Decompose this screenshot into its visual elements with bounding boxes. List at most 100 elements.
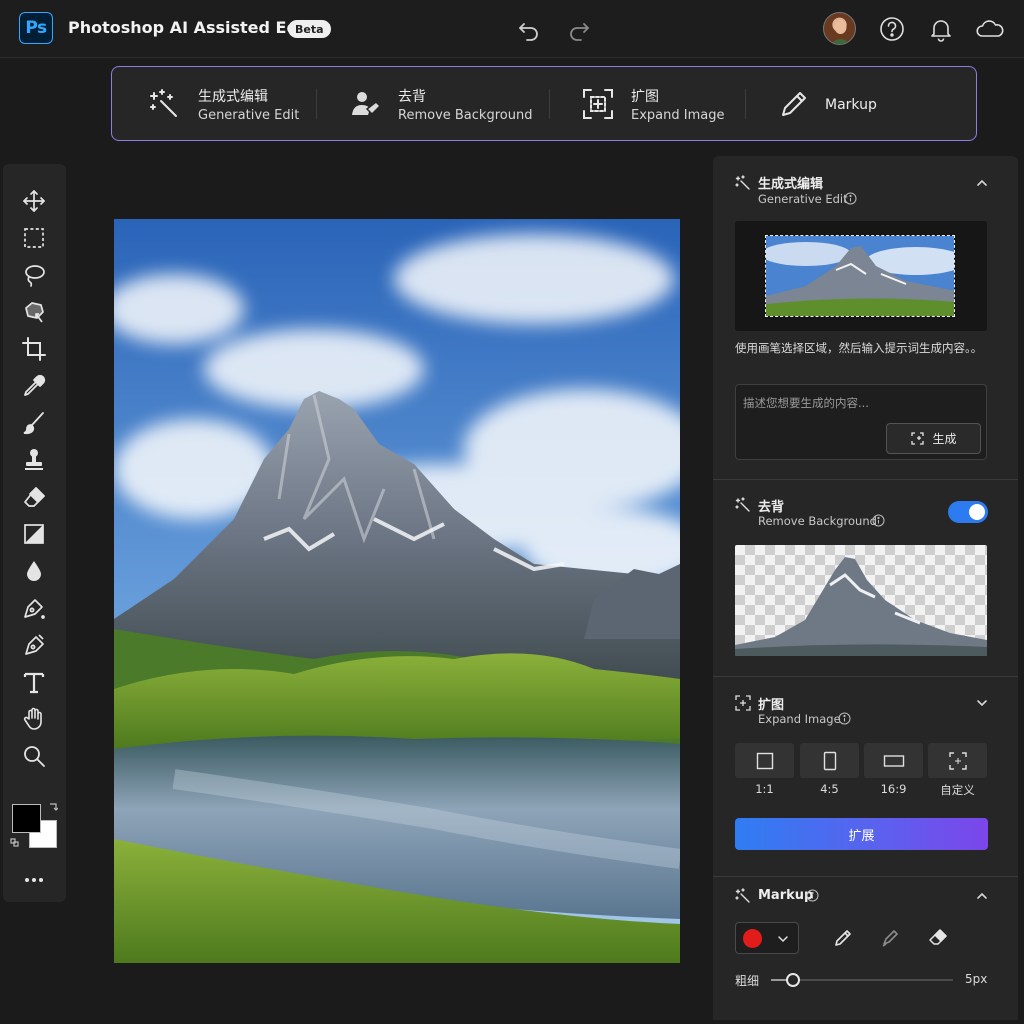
- object-select-icon[interactable]: [21, 299, 47, 325]
- cloud-icon[interactable]: [974, 15, 1006, 43]
- gradient-icon[interactable]: [21, 521, 47, 547]
- portrait-ratio-icon: [800, 743, 859, 778]
- help-icon[interactable]: [878, 15, 906, 43]
- info-icon[interactable]: [844, 192, 857, 205]
- zoom-icon[interactable]: [21, 743, 47, 769]
- expand-image-icon: [735, 695, 751, 711]
- tools-panel: [3, 164, 66, 902]
- quickbar-divider: [316, 89, 317, 119]
- color-swatches[interactable]: [10, 802, 60, 850]
- brush-size-slider[interactable]: [771, 973, 953, 987]
- remove-background-preview: [735, 545, 987, 656]
- section-divider: [713, 479, 1018, 480]
- prompt-input[interactable]: [743, 392, 979, 414]
- pen-icon[interactable]: [21, 595, 47, 621]
- section-divider: [713, 676, 1018, 677]
- quick-remove-background-cn: 去背: [398, 89, 426, 105]
- quick-action-bar: 生成式编辑 Generative Edit 去背 Remove Backgrou…: [111, 66, 977, 141]
- slider-thumb[interactable]: [785, 973, 800, 987]
- pencil-icon[interactable]: [832, 927, 854, 949]
- quick-markup-button[interactable]: Markup: [777, 67, 917, 139]
- quick-expand-image-en: Expand Image: [631, 108, 725, 123]
- eraser-icon[interactable]: [927, 927, 949, 949]
- type-icon[interactable]: [21, 669, 47, 695]
- info-icon[interactable]: [838, 712, 851, 725]
- foreground-color-swatch[interactable]: [12, 804, 41, 833]
- magic-wand-icon: [148, 87, 182, 121]
- markup-color-select[interactable]: [735, 922, 799, 954]
- expand-image-icon: [581, 87, 615, 121]
- swap-colors-icon[interactable]: [48, 802, 58, 812]
- magic-wand-icon: [735, 497, 751, 513]
- brush-icon[interactable]: [21, 410, 47, 436]
- info-icon[interactable]: [872, 514, 885, 527]
- prompt-box: 生成: [735, 384, 987, 460]
- quickbar-divider: [745, 89, 746, 119]
- bell-icon[interactable]: [927, 15, 955, 43]
- generate-button-label: 生成: [932, 432, 957, 446]
- quick-expand-image-cn: 扩图: [631, 89, 659, 105]
- toggle-knob: [969, 504, 985, 520]
- photoshop-logo: Ps: [19, 12, 53, 44]
- magic-wand-icon: [735, 175, 751, 191]
- canvas-image[interactable]: [114, 219, 680, 963]
- crop-icon[interactable]: [21, 336, 47, 362]
- quick-remove-background-button[interactable]: 去背 Remove Background: [348, 67, 538, 139]
- remove-background-title: 去背: [758, 500, 785, 515]
- ratio-option-4-5[interactable]: 4:5: [800, 743, 859, 796]
- avatar[interactable]: [823, 12, 856, 45]
- ratio-label: 1:1: [755, 782, 774, 796]
- brush-size-value: 5px: [965, 972, 988, 986]
- expand-image-subtitle: Expand Image: [758, 712, 841, 726]
- quick-expand-image-button[interactable]: 扩图 Expand Image: [581, 67, 741, 139]
- stamp-icon[interactable]: [21, 447, 47, 473]
- remove-background-toggle[interactable]: [948, 501, 988, 523]
- undo-icon[interactable]: [516, 16, 542, 42]
- eraser-icon[interactable]: [21, 484, 47, 510]
- remove-background-icon: [348, 87, 382, 121]
- remove-background-subtitle: Remove Background: [758, 514, 877, 528]
- move-icon[interactable]: [21, 188, 47, 214]
- custom-ratio-icon: [928, 743, 987, 778]
- quick-generative-edit-cn: 生成式编辑: [198, 89, 268, 105]
- markup-color-dot: [743, 929, 762, 948]
- generative-edit-hint: 使用画笔选择区域，然后输入提示词生成内容。。: [735, 341, 983, 355]
- generative-edit-subtitle: Generative Edit: [758, 192, 848, 206]
- expand-image-chevron-down-icon[interactable]: [975, 696, 989, 710]
- properties-panel: 生成式编辑 Generative Edit 使用画笔选择区域，然后输入提示词生成…: [713, 156, 1018, 1020]
- freeform-pen-icon[interactable]: [21, 632, 47, 658]
- info-icon[interactable]: [806, 889, 819, 902]
- square-ratio-icon: [735, 743, 794, 778]
- ratio-label: 16:9: [880, 782, 907, 796]
- ratio-label: 自定义: [940, 783, 975, 797]
- beta-badge: Beta: [288, 20, 331, 38]
- hand-icon[interactable]: [21, 706, 47, 732]
- magic-wand-icon: [735, 888, 751, 904]
- collapse-markup-chevron-up-icon[interactable]: [975, 889, 989, 903]
- blur-drop-icon[interactable]: [21, 558, 47, 584]
- ratio-label: 4:5: [820, 782, 839, 796]
- generate-button[interactable]: 生成: [886, 423, 981, 454]
- expand-button[interactable]: 扩展: [735, 818, 988, 850]
- ratio-option-1-1[interactable]: 1:1: [735, 743, 794, 796]
- section-divider: [713, 876, 1018, 877]
- more-icon[interactable]: [21, 870, 47, 890]
- eyedropper-icon[interactable]: [21, 373, 47, 399]
- marker-icon[interactable]: [879, 927, 901, 949]
- quickbar-divider: [549, 89, 550, 119]
- generative-edit-preview: [735, 221, 987, 331]
- ratio-option-custom[interactable]: 自定义: [928, 743, 987, 797]
- quick-generative-edit-button[interactable]: 生成式编辑 Generative Edit: [148, 67, 328, 139]
- default-colors-icon[interactable]: [10, 838, 20, 848]
- pencil-icon: [777, 87, 811, 121]
- selection-thumbnail[interactable]: [765, 235, 955, 317]
- generative-edit-title: 生成式编辑: [758, 177, 824, 192]
- expand-image-title: 扩图: [758, 698, 785, 713]
- landscape-ratio-icon: [864, 743, 923, 778]
- lasso-icon[interactable]: [21, 262, 47, 288]
- ratio-option-16-9[interactable]: 16:9: [864, 743, 923, 796]
- marquee-icon[interactable]: [21, 225, 47, 251]
- collapse-generative-edit-chevron-up-icon[interactable]: [975, 176, 989, 190]
- quick-generative-edit-en: Generative Edit: [198, 108, 300, 123]
- redo-icon[interactable]: [566, 16, 592, 42]
